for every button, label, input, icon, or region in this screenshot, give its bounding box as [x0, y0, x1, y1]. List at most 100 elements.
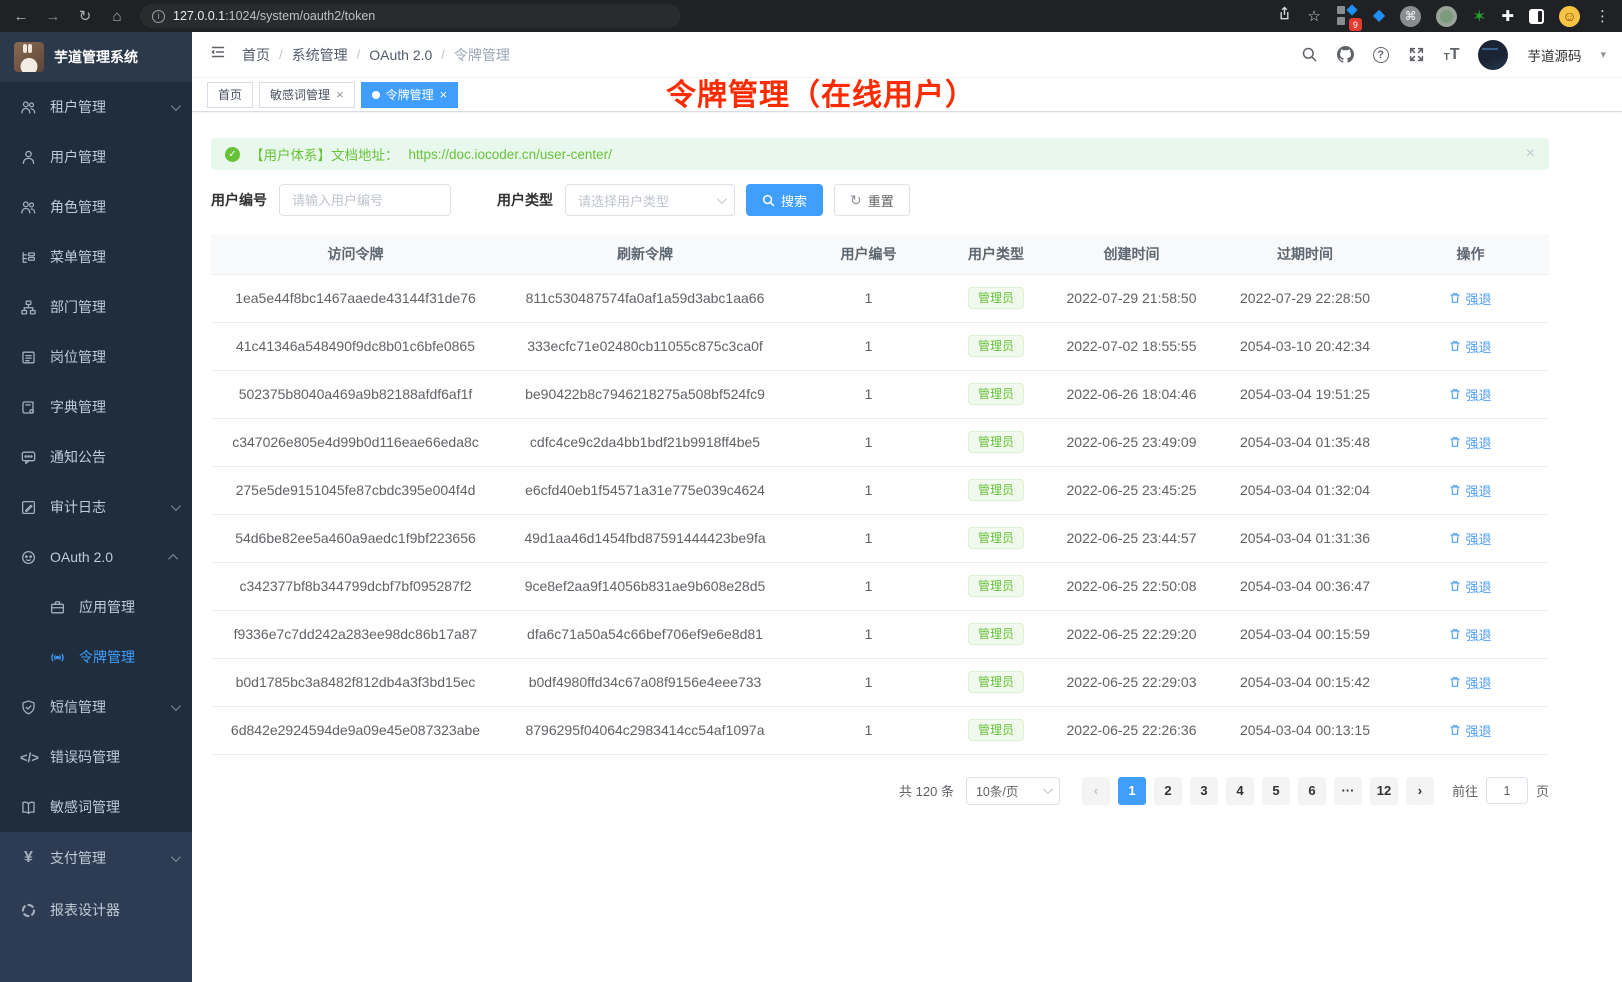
- force-logout-button[interactable]: 强退: [1449, 625, 1491, 644]
- page-button-6[interactable]: 6: [1298, 777, 1326, 805]
- page-button-1[interactable]: 1: [1118, 777, 1146, 805]
- alert-link[interactable]: https://doc.iocoder.cn/user-center/: [409, 147, 612, 162]
- tab-close-icon[interactable]: ×: [336, 88, 344, 101]
- table-row: 502375b8040a469a9b82188afdf6af1f be90422…: [211, 370, 1549, 418]
- page-button-3[interactable]: 3: [1190, 777, 1218, 805]
- dot-extension-icon[interactable]: [1436, 6, 1457, 27]
- cell-access-token: c342377bf8b344799dcbf7bf095287f2: [211, 562, 500, 610]
- emoji-extension-icon[interactable]: ☺: [1559, 6, 1580, 27]
- help-icon[interactable]: ?: [1373, 47, 1389, 63]
- sidebar-item-dict[interactable]: 字典管理: [0, 382, 192, 432]
- search-button[interactable]: 搜索: [746, 184, 823, 216]
- extension-tile-icon: [1337, 17, 1345, 25]
- sidebar-item-oauth-apps[interactable]: 应用管理: [0, 582, 192, 632]
- refresh-icon: ↻: [850, 193, 862, 207]
- prev-page-button[interactable]: ‹: [1082, 777, 1110, 805]
- force-logout-button[interactable]: 强退: [1449, 337, 1491, 356]
- breadcrumb-home[interactable]: 首页: [242, 45, 270, 65]
- site-info-icon[interactable]: i: [152, 10, 165, 23]
- username[interactable]: 芋道源码: [1527, 45, 1581, 65]
- force-logout-button[interactable]: 强退: [1449, 289, 1491, 308]
- goto-page-input[interactable]: [1486, 777, 1528, 804]
- tab-token-management[interactable]: 令牌管理×: [361, 82, 459, 108]
- force-logout-button[interactable]: 强退: [1449, 385, 1491, 404]
- user-avatar[interactable]: [1478, 40, 1508, 70]
- fullscreen-icon[interactable]: [1408, 46, 1425, 63]
- sidebar-item-audit-log[interactable]: 审计日志: [0, 482, 192, 532]
- cell-created: 2022-06-25 22:29:03: [1045, 658, 1218, 706]
- browser-forward-icon[interactable]: →: [44, 9, 62, 24]
- gem-extension-icon[interactable]: ◆: [1373, 8, 1385, 24]
- next-page-button[interactable]: ›: [1406, 777, 1434, 805]
- force-logout-button[interactable]: 强退: [1449, 433, 1491, 452]
- cell-created: 2022-06-25 22:50:08: [1045, 562, 1218, 610]
- cell-refresh-token: 333ecfc71e02480cb11055c875c3ca0f: [500, 322, 790, 370]
- font-size-icon[interactable]: TT: [1444, 47, 1460, 63]
- share-icon[interactable]: [1277, 6, 1292, 26]
- green-star-extension-icon[interactable]: ✶: [1472, 8, 1486, 25]
- force-logout-button[interactable]: 强退: [1449, 673, 1491, 692]
- trash-icon: [1449, 580, 1461, 592]
- force-logout-button[interactable]: 强退: [1449, 481, 1491, 500]
- sidebar-item-errcode[interactable]: </> 错误码管理: [0, 732, 192, 782]
- cell-created: 2022-06-25 22:26:36: [1045, 706, 1218, 754]
- sidebar-item-notice[interactable]: 通知公告: [0, 432, 192, 482]
- sidebar-item-post[interactable]: 岗位管理: [0, 332, 192, 382]
- breadcrumb: 首页/ 系统管理/ OAuth 2.0/ 令牌管理: [242, 45, 510, 65]
- breadcrumb-system[interactable]: 系统管理: [292, 45, 348, 65]
- sidebar-item-dept[interactable]: 部门管理: [0, 282, 192, 332]
- force-logout-button[interactable]: 强退: [1449, 721, 1491, 740]
- user-type-select[interactable]: 请选择用户类型: [565, 184, 735, 216]
- sidebar-item-sensitive[interactable]: 敏感词管理: [0, 782, 192, 832]
- user-id-input[interactable]: [279, 184, 451, 216]
- table-row: 6d842e2924594de9a09e45e087323abe 8796295…: [211, 706, 1549, 754]
- user-type-badge: 管理员: [968, 671, 1024, 693]
- sidebar-item-user[interactable]: 用户管理: [0, 132, 192, 182]
- browser-reload-icon[interactable]: ↻: [76, 9, 94, 24]
- address-bar[interactable]: i 127.0.0.1:1024/system/oauth2/token: [140, 4, 680, 28]
- sidebar-item-role[interactable]: 角色管理: [0, 182, 192, 232]
- puzzle-extension-icon[interactable]: ✚: [1501, 9, 1514, 24]
- page-button-2[interactable]: 2: [1154, 777, 1182, 805]
- browser-menu-icon[interactable]: ⋮: [1595, 7, 1610, 25]
- tab-home[interactable]: 首页: [207, 82, 253, 108]
- page-button-4[interactable]: 4: [1226, 777, 1254, 805]
- sidebar-item-tenant[interactable]: 租户管理: [0, 82, 192, 132]
- cell-refresh-token: e6cfd40eb1f54571a31e775e039c4624: [500, 466, 790, 514]
- sidebar-item-report-designer[interactable]: 报表设计器: [0, 884, 192, 936]
- browser-home-icon[interactable]: ⌂: [108, 9, 126, 24]
- github-icon[interactable]: [1337, 46, 1354, 63]
- square-extension-icon[interactable]: [1529, 9, 1544, 24]
- sidebar-item-menu[interactable]: 菜单管理: [0, 232, 192, 282]
- search-icon[interactable]: [1301, 46, 1318, 63]
- app-logo[interactable]: 芋道管理系统: [0, 32, 192, 82]
- chevron-down-icon: [1043, 784, 1053, 794]
- alert-close-icon[interactable]: ×: [1526, 145, 1535, 163]
- bookmark-star-icon[interactable]: ☆: [1307, 9, 1320, 24]
- force-logout-button[interactable]: 强退: [1449, 577, 1491, 596]
- sidebar-item-pay[interactable]: ¥ 支付管理: [0, 832, 192, 884]
- app-title: 芋道管理系统: [54, 47, 138, 67]
- page-button-12[interactable]: 12: [1370, 777, 1398, 805]
- page-button-5[interactable]: 5: [1262, 777, 1290, 805]
- force-logout-button[interactable]: 强退: [1449, 529, 1491, 548]
- sidebar-item-sms[interactable]: 短信管理: [0, 682, 192, 732]
- page-ellipsis-button[interactable]: ···: [1334, 777, 1362, 805]
- user-caret-icon[interactable]: ▾: [1600, 48, 1606, 61]
- main-area: 令牌管理（在线用户） 首页/ 系统管理/ OAuth 2.0/ 令牌管理 ? T…: [192, 32, 1622, 982]
- table-row: c347026e805e4d99b0d116eae66eda8c cdfc4ce…: [211, 418, 1549, 466]
- cell-user-id: 1: [790, 562, 947, 610]
- tab-sensitive-words[interactable]: 敏感词管理×: [259, 82, 355, 108]
- breadcrumb-oauth[interactable]: OAuth 2.0: [369, 47, 432, 63]
- sidebar-item-oauth[interactable]: OAuth 2.0: [0, 532, 192, 582]
- tab-close-icon[interactable]: ×: [440, 88, 448, 101]
- reset-button[interactable]: ↻ 重置: [834, 184, 910, 216]
- cell-expires: 2054-03-04 01:32:04: [1218, 466, 1392, 514]
- page-size-select[interactable]: 10条/页: [966, 777, 1060, 805]
- tree-list-icon: [20, 249, 37, 266]
- sidebar-fold-icon[interactable]: [208, 43, 226, 66]
- sidebar-item-oauth-token[interactable]: 令牌管理: [0, 632, 192, 682]
- extensions-icon[interactable]: 9: [1336, 5, 1358, 27]
- browser-back-icon[interactable]: ←: [12, 9, 30, 24]
- command-extension-icon[interactable]: ⌘: [1400, 6, 1421, 27]
